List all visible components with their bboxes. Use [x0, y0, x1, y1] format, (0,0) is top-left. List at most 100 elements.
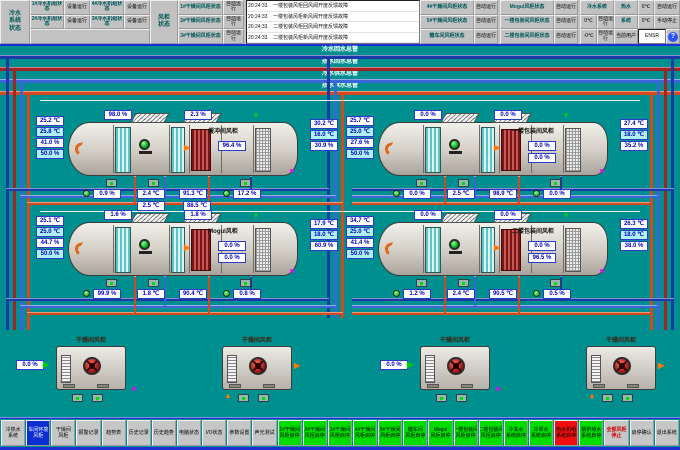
status-name-cell[interactable]: 一楼包装间风柜状态 — [500, 15, 554, 30]
alarm-message: 二楼包装风柜新风阀开度反馈故障 — [273, 33, 419, 43]
button-label-line: 电脑状态 — [179, 430, 199, 436]
ddc-sensor-box — [238, 394, 249, 402]
ddc-sensor-box — [458, 179, 469, 187]
help-icon[interactable]: ? — [668, 32, 678, 42]
startstop-button-15[interactable]: 4#干燥间风柜启停 — [353, 420, 377, 446]
nav-button-27[interactable]: 退出系统 — [655, 420, 679, 446]
readout-supply-temp-setpoint: 16.0 ℃ — [310, 130, 338, 140]
hot-water-system-label[interactable]: 热水 — [614, 0, 638, 15]
header-status-bar: 冷水系统状态1#冷水机组状态设备运行4#冷水机组状态设备运行2#冷水机组状态设备… — [0, 0, 680, 46]
status-name-cell[interactable]: 4#干燥间风柜状态 — [420, 0, 474, 15]
status-state-cell[interactable]: 自动运行 — [474, 29, 498, 44]
valve-status-led — [83, 290, 90, 297]
help-button[interactable]: ? — [666, 29, 680, 44]
small-unit-body — [222, 346, 292, 390]
unit-foot — [263, 384, 275, 388]
nav-button-11[interactable]: 声光测试 — [252, 420, 276, 446]
startstop-button-20[interactable]: 二楼包装间风柜启停 — [479, 420, 503, 446]
nav-button-10[interactable]: 参数设置 — [227, 420, 251, 446]
startstop-button-24[interactable]: 锅炉热水系统启停 — [579, 420, 603, 446]
valve-status-led — [223, 290, 230, 297]
status-name-cell[interactable]: 4#冷水机组状态 — [90, 0, 124, 15]
pipe-segment — [20, 79, 23, 330]
readout-valve-percent: 0.0 % — [528, 141, 556, 151]
startstop-button-21[interactable]: 冷冻水系统启停 — [504, 420, 528, 446]
ddc-sensor-box — [602, 394, 613, 402]
startstop-button-2[interactable]: 车间环境风柜 — [26, 420, 50, 446]
startstop-button-19[interactable]: 一楼包装间风柜启停 — [454, 420, 478, 446]
startstop-button-17[interactable]: 糖车间风柜启停 — [403, 420, 427, 446]
nav-button-9[interactable]: I/O状态 — [202, 420, 226, 446]
section-divider — [113, 125, 114, 173]
status-name-cell[interactable]: 1#干燥间风柜状态 — [178, 0, 223, 15]
status-state-cell[interactable]: 自动运行 — [554, 0, 578, 15]
readout-humidity-setpoint: 50.0 % — [36, 249, 64, 259]
readout-supply-temp-setpoint: 18.0 ℃ — [620, 230, 648, 240]
nav-button-4[interactable]: 报警记录 — [76, 420, 100, 446]
fan-cabinet-status-title-line: 风柜 — [158, 15, 170, 23]
pipe-segment — [0, 91, 680, 95]
cold-water-state[interactable]: 自动运行 — [597, 29, 614, 44]
status-state-cell[interactable]: 自动运行 — [223, 15, 244, 30]
cold-water-system-label: 冷水系统 — [580, 0, 614, 15]
status-name-cell[interactable]: Mogul风柜状态 — [500, 0, 554, 15]
button-label-line: 风柜启停 — [430, 433, 450, 439]
status-name-cell[interactable]: 1#冷水机组状态 — [30, 0, 64, 15]
status-state-cell[interactable]: 自动运行 — [554, 29, 578, 44]
pipe-label: 冷水回水总管 — [270, 47, 410, 54]
readout-chilled-valve-percent: 1.2 % — [403, 289, 431, 299]
status-state-cell[interactable]: 设备运行 — [124, 0, 150, 15]
nav-button-7[interactable]: 历史趋势 — [152, 420, 176, 446]
nav-button-6[interactable]: 历史记录 — [127, 420, 151, 446]
exhaust-magenta-arrow-icon: ▼ — [494, 386, 502, 394]
heating-coil — [501, 229, 521, 271]
status-state-cell[interactable]: 设备运行 — [124, 15, 150, 30]
status-name-cell[interactable]: 2#干燥间风柜状态 — [178, 15, 223, 30]
cold-water-state[interactable]: 自动运行 — [597, 15, 614, 30]
status-name-cell[interactable]: 5#干燥间风柜状态 — [420, 15, 474, 30]
readout-damper-percent: 98.0 % — [104, 110, 132, 120]
status-name-cell[interactable]: 2#冷水机组状态 — [30, 15, 64, 30]
startstop-button-16[interactable]: 5#干燥间风柜启停 — [378, 420, 402, 446]
startstop-button-22[interactable]: 冷却水系统启停 — [529, 420, 553, 446]
status-name-cell[interactable]: 二楼包装间风柜状态 — [500, 29, 554, 44]
status-state-cell[interactable]: 自动运行 — [474, 0, 498, 15]
stop-all-button-25[interactable]: 全部风柜停止 — [604, 420, 628, 446]
fan-cabinet-status-title: 风柜状态 — [150, 0, 178, 44]
startstop-button-18[interactable]: Mogul风柜启停 — [428, 420, 452, 446]
fan-status-column-1: 1#干燥间风柜状态自动运行2#干燥间风柜状态自动运行3#干燥间风柜状态自动运行 — [178, 0, 246, 44]
status-state-cell[interactable]: 自动运行 — [223, 0, 244, 15]
startstop-button-12[interactable]: 1#干燥间风柜启停 — [278, 420, 302, 446]
pipe-segment — [657, 79, 660, 330]
small-unit-body — [586, 346, 656, 390]
status-state-cell[interactable]: 自动运行 — [474, 15, 498, 30]
status-state-cell[interactable]: 自动运行 — [554, 15, 578, 30]
status-name-cell[interactable]: 3#干燥间风柜状态 — [178, 29, 223, 44]
valve-status-led — [223, 190, 230, 197]
readout-damper-percent: 0.0 % — [414, 210, 442, 220]
nav-button-26[interactable]: 启停确认 — [630, 420, 654, 446]
nav-button-8[interactable]: 电脑状态 — [177, 420, 201, 446]
pipe-label: 热水供水总管 — [270, 83, 410, 90]
status-state-cell[interactable]: 设备运行 — [64, 0, 90, 15]
startstop-button-13[interactable]: 2#干燥间风柜启停 — [303, 420, 327, 446]
small-fan-unit-3: 干燥间风柜 0.0 % ▶ ▼ ▲ ▶ — [420, 346, 490, 406]
status-name-cell[interactable]: 糖车间风柜状态 — [420, 29, 474, 44]
nav-button-1[interactable]: 冷热水系统 — [1, 420, 25, 446]
startstop-button-14[interactable]: 3#干燥间风柜启停 — [328, 420, 352, 446]
readout-supply-temp-setpoint: 18.0 ℃ — [310, 230, 338, 240]
status-name-cell[interactable]: 3#冷水机组状态 — [90, 15, 124, 30]
current-user-value[interactable]: ENSR — [638, 29, 666, 44]
status-state-cell[interactable]: 自动运行 — [223, 29, 244, 44]
nav-button-5[interactable]: 趋势表 — [102, 420, 126, 446]
hot-water-state: 手动停止 — [654, 15, 680, 30]
readout-damper-percent: 0.0 % — [494, 110, 522, 120]
ddc-sensor-box — [436, 394, 447, 402]
hot-water-temp[interactable]: 0℃ — [638, 15, 654, 30]
status-state-cell[interactable]: 设备运行 — [64, 15, 90, 30]
hot-water-state[interactable]: 自动运行 — [654, 0, 680, 15]
ddc-sensor-box — [240, 279, 251, 287]
nav-button-3[interactable]: 干燥间风柜 — [51, 420, 75, 446]
small-unit-label: 干燥间风柜 — [405, 335, 505, 344]
startstop-button-23[interactable]: 热水机组系统启停 — [554, 420, 578, 446]
